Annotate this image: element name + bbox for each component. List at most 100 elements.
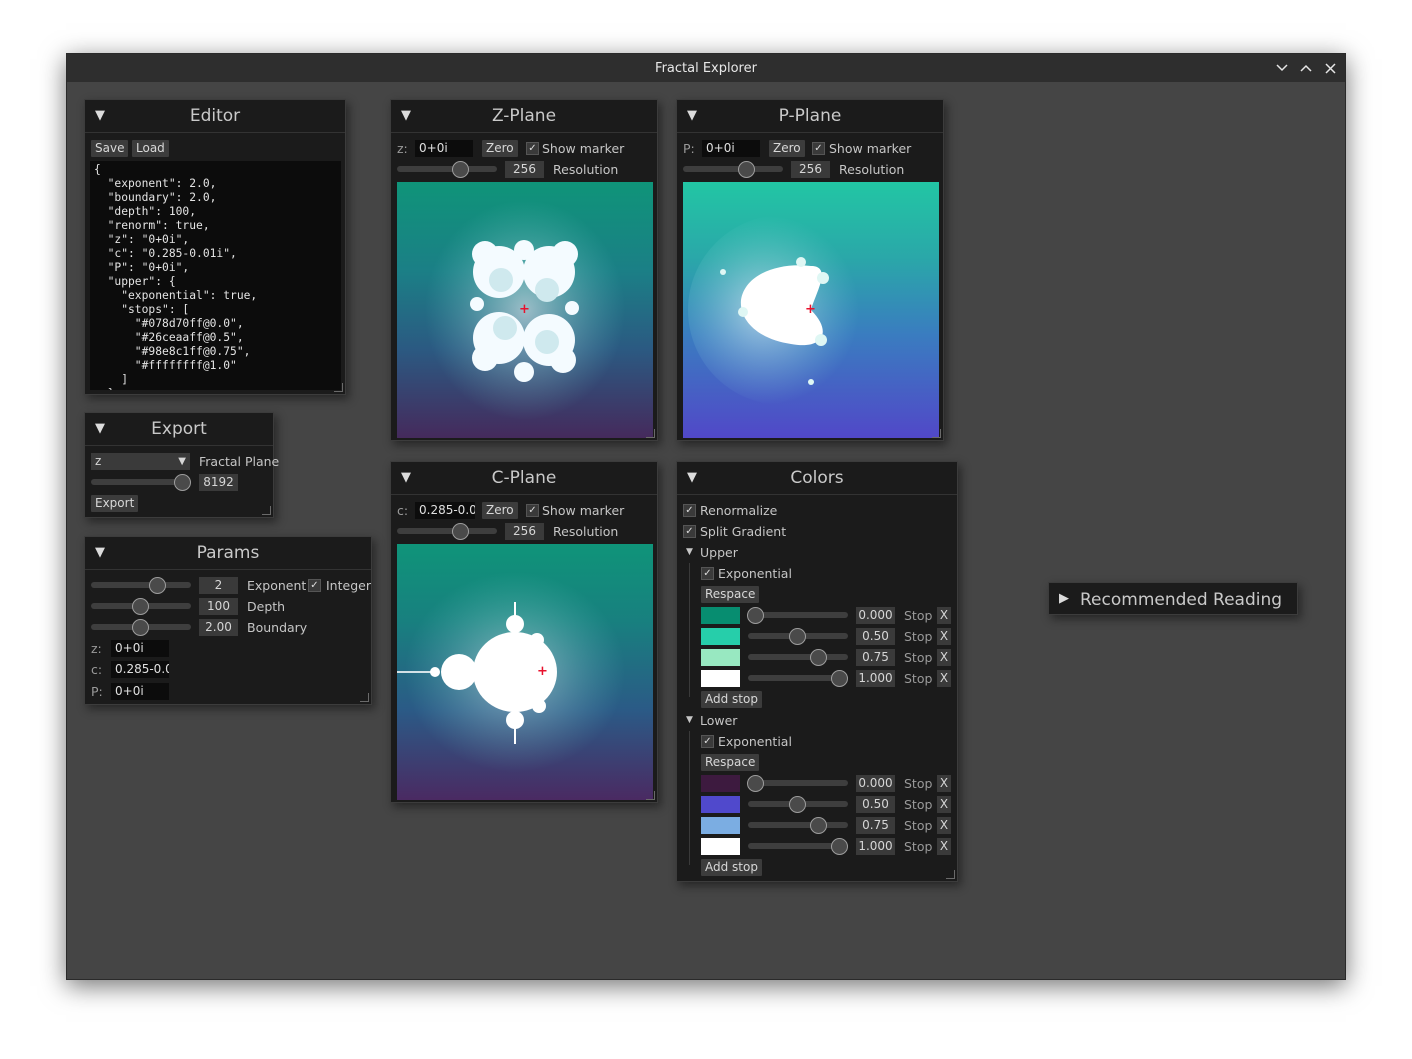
- stop-slider[interactable]: [831, 838, 848, 855]
- export-size-slider[interactable]: [174, 474, 191, 491]
- stop-slider[interactable]: [810, 649, 827, 666]
- collapse-icon[interactable]: ▼: [401, 108, 411, 123]
- collapse-icon[interactable]: ▼: [687, 470, 697, 485]
- p-zero-button[interactable]: Zero: [769, 140, 805, 157]
- c-resolution-value[interactable]: 256: [505, 523, 544, 540]
- colors-header[interactable]: ▼ Colors: [677, 462, 957, 495]
- z-zero-button[interactable]: Zero: [482, 140, 518, 157]
- upper-label[interactable]: Upper: [700, 544, 738, 561]
- resize-grip[interactable]: [334, 383, 343, 392]
- boundary-slider[interactable]: [132, 619, 149, 636]
- stop-slider[interactable]: [831, 670, 848, 687]
- z-show-marker-checkbox[interactable]: ✓: [526, 142, 539, 155]
- stop-track[interactable]: [748, 822, 848, 828]
- remove-stop-button[interactable]: X: [937, 607, 951, 624]
- c-plane-input[interactable]: 0.285-0.0: [415, 502, 475, 519]
- stop-slider[interactable]: [789, 796, 806, 813]
- z-plane-fractal-image[interactable]: +: [397, 182, 653, 438]
- stop-value[interactable]: 0.75: [856, 649, 895, 666]
- c-zero-button[interactable]: Zero: [482, 502, 518, 519]
- lower-add-stop-button[interactable]: Add stop: [701, 859, 762, 876]
- remove-stop-button[interactable]: X: [937, 670, 951, 687]
- resize-grip[interactable]: [262, 506, 271, 515]
- lower-respace-button[interactable]: Respace: [701, 754, 760, 771]
- exponent-value[interactable]: 2: [199, 577, 238, 594]
- maximize-icon[interactable]: [1297, 59, 1315, 77]
- collapse-icon[interactable]: ▼: [401, 470, 411, 485]
- close-icon[interactable]: [1321, 59, 1339, 77]
- c-resolution-slider[interactable]: [452, 523, 469, 540]
- stop-color-swatch[interactable]: [701, 649, 740, 666]
- stop-slider[interactable]: [789, 628, 806, 645]
- stop-color-swatch[interactable]: [701, 817, 740, 834]
- remove-stop-button[interactable]: X: [937, 796, 951, 813]
- remove-stop-button[interactable]: X: [937, 649, 951, 666]
- depth-slider[interactable]: [132, 598, 149, 615]
- p-show-marker-checkbox[interactable]: ✓: [812, 142, 825, 155]
- stop-value[interactable]: 0.000: [856, 775, 895, 792]
- upper-toggle-icon[interactable]: ▼: [686, 544, 693, 561]
- c-plane-header[interactable]: ▼ C-Plane: [391, 462, 657, 495]
- p-resolution-value[interactable]: 256: [791, 161, 830, 178]
- z-resolution-value[interactable]: 256: [505, 161, 544, 178]
- stop-value[interactable]: 0.75: [856, 817, 895, 834]
- stop-color-swatch[interactable]: [701, 628, 740, 645]
- save-button[interactable]: Save: [91, 140, 129, 157]
- stop-value[interactable]: 0.000: [856, 607, 895, 624]
- stop-value[interactable]: 0.50: [856, 628, 895, 645]
- resize-grip[interactable]: [646, 429, 655, 438]
- lower-label[interactable]: Lower: [700, 712, 737, 729]
- config-editor[interactable]: { "exponent": 2.0, "boundary": 2.0, "dep…: [90, 161, 341, 390]
- remove-stop-button[interactable]: X: [937, 628, 951, 645]
- c-plane-fractal-image[interactable]: +: [397, 544, 653, 800]
- remove-stop-button[interactable]: X: [937, 838, 951, 855]
- p-input[interactable]: 0+0i: [111, 683, 169, 700]
- lower-exponential-checkbox[interactable]: ✓: [701, 735, 714, 748]
- resize-grip[interactable]: [646, 791, 655, 800]
- collapse-icon[interactable]: ▼: [95, 421, 105, 436]
- stop-value[interactable]: 1.000: [856, 838, 895, 855]
- export-button[interactable]: Export: [91, 495, 139, 512]
- resize-grip[interactable]: [360, 693, 369, 702]
- boundary-value[interactable]: 2.00: [199, 619, 238, 636]
- exponent-track[interactable]: [91, 582, 191, 588]
- split-gradient-checkbox[interactable]: ✓: [683, 525, 696, 538]
- lower-toggle-icon[interactable]: ▼: [686, 712, 693, 729]
- collapse-icon[interactable]: ▼: [95, 545, 105, 560]
- stop-slider[interactable]: [810, 817, 827, 834]
- z-resolution-track[interactable]: [397, 166, 497, 172]
- p-plane-input[interactable]: 0+0i: [702, 140, 760, 157]
- remove-stop-button[interactable]: X: [937, 817, 951, 834]
- z-input[interactable]: 0+0i: [111, 640, 169, 657]
- c-input[interactable]: 0.285-0.0: [111, 661, 169, 678]
- resize-grip[interactable]: [946, 870, 955, 879]
- p-plane-fractal-image[interactable]: +: [683, 182, 939, 438]
- upper-exponential-checkbox[interactable]: ✓: [701, 567, 714, 580]
- params-header[interactable]: ▼ Params: [85, 537, 371, 570]
- integer-checkbox[interactable]: ✓: [308, 579, 321, 592]
- load-button[interactable]: Load: [132, 140, 169, 157]
- stop-color-swatch[interactable]: [701, 838, 740, 855]
- expand-icon[interactable]: ▶: [1059, 591, 1069, 606]
- stop-color-swatch[interactable]: [701, 796, 740, 813]
- recommended-reading-panel[interactable]: ▶ Recommended Reading: [1048, 582, 1298, 615]
- p-plane-header[interactable]: ▼ P-Plane: [677, 100, 943, 133]
- z-resolution-slider[interactable]: [452, 161, 469, 178]
- z-plane-input[interactable]: 0+0i: [415, 140, 473, 157]
- editor-header[interactable]: ▼ Editor: [85, 100, 345, 133]
- c-resolution-track[interactable]: [397, 528, 497, 534]
- stop-slider[interactable]: [747, 607, 764, 624]
- p-resolution-slider[interactable]: [738, 161, 755, 178]
- p-resolution-track[interactable]: [683, 166, 783, 172]
- collapse-icon[interactable]: ▼: [95, 108, 105, 123]
- minimize-icon[interactable]: [1273, 59, 1291, 77]
- z-plane-header[interactable]: ▼ Z-Plane: [391, 100, 657, 133]
- stop-color-swatch[interactable]: [701, 670, 740, 687]
- export-header[interactable]: ▼ Export: [85, 413, 273, 446]
- stop-color-swatch[interactable]: [701, 775, 740, 792]
- stop-slider[interactable]: [747, 775, 764, 792]
- upper-add-stop-button[interactable]: Add stop: [701, 691, 762, 708]
- stop-value[interactable]: 0.50: [856, 796, 895, 813]
- c-show-marker-checkbox[interactable]: ✓: [526, 504, 539, 517]
- plane-select[interactable]: z ▼: [91, 453, 190, 470]
